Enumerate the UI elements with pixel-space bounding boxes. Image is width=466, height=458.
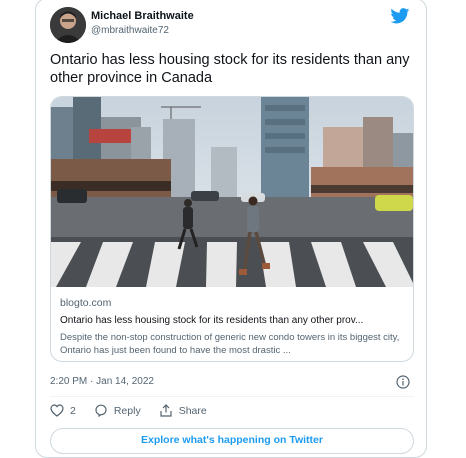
link-preview-card[interactable]: blogto.com Ontario has less housing stoc… bbox=[50, 96, 414, 362]
tweet-timestamp[interactable]: 2:20 PM · Jan 14, 2022 bbox=[50, 376, 154, 387]
author-name[interactable]: Michael Braithwaite bbox=[91, 10, 194, 22]
action-bar: 2 Reply Share bbox=[50, 404, 225, 417]
tweet-text: Ontario has less housing stock for its r… bbox=[50, 52, 410, 86]
link-domain: blogto.com bbox=[60, 297, 112, 309]
author-handle[interactable]: @mbraithwaite72 bbox=[91, 25, 169, 36]
link-description: Despite the non-stop construction of gen… bbox=[60, 332, 400, 356]
heart-icon bbox=[50, 404, 64, 417]
avatar[interactable] bbox=[50, 7, 86, 43]
like-button[interactable]: 2 bbox=[50, 404, 76, 417]
link-preview-image bbox=[51, 97, 413, 287]
info-icon[interactable] bbox=[396, 375, 410, 394]
tweet-card: Michael Braithwaite @mbraithwaite72 Onta… bbox=[35, 0, 427, 458]
share-icon bbox=[160, 404, 172, 417]
reply-button[interactable]: Reply bbox=[94, 404, 141, 417]
share-label: Share bbox=[178, 404, 207, 417]
share-button[interactable]: Share bbox=[159, 404, 207, 417]
reply-label: Reply bbox=[113, 404, 141, 417]
link-title: Ontario has less housing stock for its r… bbox=[60, 315, 364, 326]
twitter-logo-icon[interactable] bbox=[390, 8, 410, 29]
reply-icon bbox=[95, 404, 107, 417]
explore-twitter-button[interactable]: Explore what's happening on Twitter bbox=[50, 428, 414, 454]
like-count: 2 bbox=[70, 404, 76, 417]
divider bbox=[50, 396, 414, 397]
